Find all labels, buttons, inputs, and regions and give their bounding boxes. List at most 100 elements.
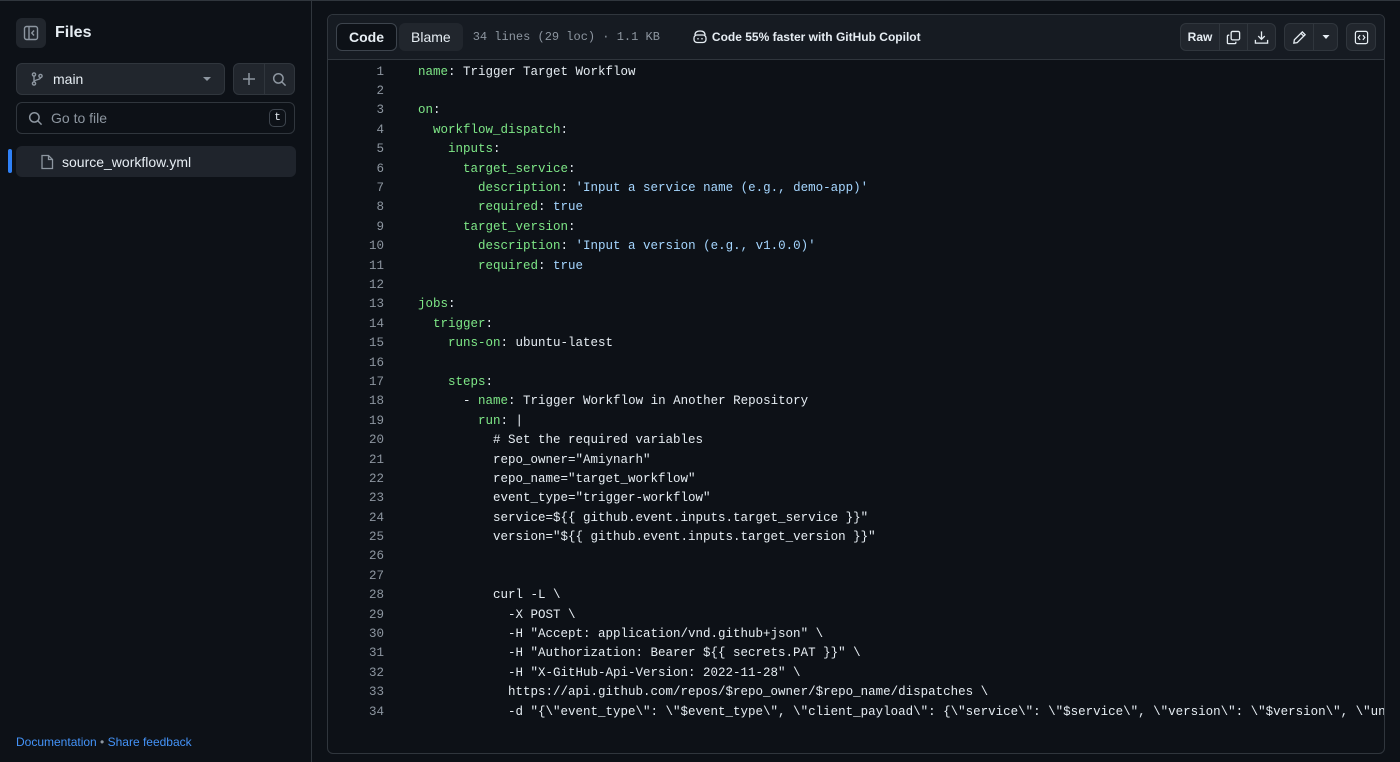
yaml-value: version="${{ github.event.inputs.target_… xyxy=(493,530,876,545)
file-tree-item[interactable]: source_workflow.yml xyxy=(16,146,296,177)
yaml-key: target_version xyxy=(463,219,569,234)
line-number[interactable]: 14 xyxy=(328,317,384,331)
yaml-value: repo_owner="Amiynarh" xyxy=(493,452,651,467)
copilot-promo-link[interactable]: Code 55% faster with GitHub Copilot xyxy=(692,29,921,45)
line-number[interactable]: 16 xyxy=(328,356,384,370)
tab-code[interactable]: Code xyxy=(336,23,397,51)
line-number[interactable]: 13 xyxy=(328,297,384,311)
line-number[interactable]: 28 xyxy=(328,588,384,602)
line-number[interactable]: 19 xyxy=(328,414,384,428)
line-source: curl -L \ xyxy=(418,588,561,602)
line-number[interactable]: 2 xyxy=(328,84,384,98)
raw-button[interactable]: Raw xyxy=(1181,24,1219,50)
line-number[interactable]: 26 xyxy=(328,549,384,563)
download-icon xyxy=(1254,30,1269,44)
code-view[interactable]: 1 name: Trigger Target Workflow 2 3 on: 4 wor… xyxy=(328,62,1385,721)
yaml-separator: : xyxy=(560,239,576,254)
code-line: 7 description: 'Input a service name (e.… xyxy=(328,178,1384,197)
line-number[interactable]: 1 xyxy=(328,65,384,79)
tab-blame[interactable]: Blame xyxy=(399,23,463,51)
code-line: 6 target_service: xyxy=(328,159,1384,178)
line-number[interactable]: 23 xyxy=(328,491,384,505)
yaml-value: -H "Accept: application/vnd.github+json"… xyxy=(508,627,824,642)
code-line: 15 runs-on: ubuntu-latest xyxy=(328,333,1384,352)
add-file-button[interactable] xyxy=(234,64,264,94)
yaml-key: jobs xyxy=(418,297,449,312)
active-file-indicator xyxy=(8,149,12,173)
code-panel: Code Blame 34 lines (29 loc) · 1.1 KB Co… xyxy=(327,14,1385,754)
line-number[interactable]: 4 xyxy=(328,123,384,137)
copilot-promo-text: Code 55% faster with GitHub Copilot xyxy=(711,30,921,44)
line-number[interactable]: 17 xyxy=(328,375,384,389)
yaml-value: event_type="trigger-workflow" xyxy=(493,491,711,506)
line-number[interactable]: 10 xyxy=(328,239,384,253)
yaml-key: trigger xyxy=(433,316,486,331)
line-number[interactable]: 11 xyxy=(328,259,384,273)
go-to-file-input[interactable] xyxy=(51,110,269,126)
line-source: run: | xyxy=(418,414,523,428)
view-switcher: Code Blame xyxy=(336,23,463,51)
yaml-separator: : xyxy=(448,64,464,79)
yaml-separator: : xyxy=(508,394,524,409)
line-source: target_version: xyxy=(418,220,576,234)
code-line: 9 target_version: xyxy=(328,217,1384,236)
line-number[interactable]: 29 xyxy=(328,608,384,622)
code-line: 8 required: true xyxy=(328,198,1384,217)
code-line: 11 required: true xyxy=(328,256,1384,275)
line-number[interactable]: 12 xyxy=(328,278,384,292)
line-source: description: 'Input a version (e.g., v1.… xyxy=(418,239,816,253)
yaml-value: 'Input a service name (e.g., demo-app)' xyxy=(575,181,869,196)
line-number[interactable]: 20 xyxy=(328,433,384,447)
collapse-sidebar-button[interactable] xyxy=(16,18,46,48)
line-number[interactable]: 25 xyxy=(328,530,384,544)
line-number[interactable]: 18 xyxy=(328,394,384,408)
line-source: inputs: xyxy=(418,142,501,156)
yaml-key: on xyxy=(418,103,434,118)
line-number[interactable]: 34 xyxy=(328,705,384,719)
line-number[interactable]: 24 xyxy=(328,511,384,525)
line-number[interactable]: 21 xyxy=(328,453,384,467)
line-number[interactable]: 32 xyxy=(328,666,384,680)
symbols-panel-button[interactable] xyxy=(1347,24,1375,50)
line-number[interactable]: 5 xyxy=(328,142,384,156)
line-number[interactable]: 27 xyxy=(328,569,384,583)
share-feedback-link[interactable]: Share feedback xyxy=(108,735,192,749)
branch-selector[interactable]: main xyxy=(16,63,225,95)
file-tree-sidebar: Files main t source_workflow.yml Documen… xyxy=(0,1,312,762)
line-number[interactable]: 8 xyxy=(328,200,384,214)
line-number[interactable]: 9 xyxy=(328,220,384,234)
sidebar-collapse-icon xyxy=(23,25,39,41)
code-line: 2 xyxy=(328,81,1384,100)
line-source: on: xyxy=(418,103,441,117)
plus-icon xyxy=(243,73,255,85)
edit-file-button[interactable] xyxy=(1285,24,1313,50)
documentation-link[interactable]: Documentation xyxy=(16,735,97,749)
code-line: 27 xyxy=(328,566,1384,585)
line-number[interactable]: 30 xyxy=(328,627,384,641)
line-number[interactable]: 3 xyxy=(328,103,384,117)
code-line: 1 name: Trigger Target Workflow xyxy=(328,62,1384,81)
yaml-value: -d "{\"event_type\": \"$event_type\", \"… xyxy=(508,704,1385,719)
search-code-button[interactable] xyxy=(264,64,294,94)
more-edit-options-button[interactable] xyxy=(1313,24,1337,50)
line-number[interactable]: 22 xyxy=(328,472,384,486)
line-number[interactable]: 15 xyxy=(328,336,384,350)
footer-separator: • xyxy=(96,735,108,749)
download-raw-button[interactable] xyxy=(1247,24,1275,50)
line-number[interactable]: 31 xyxy=(328,646,384,660)
code-line: 17 steps: xyxy=(328,372,1384,391)
line-number[interactable]: 33 xyxy=(328,685,384,699)
edit-actions-group xyxy=(1284,23,1338,51)
line-number[interactable]: 7 xyxy=(328,181,384,195)
go-to-file-field[interactable]: t xyxy=(16,102,295,134)
line-number[interactable]: 6 xyxy=(328,162,384,176)
copy-raw-button[interactable] xyxy=(1219,24,1247,50)
